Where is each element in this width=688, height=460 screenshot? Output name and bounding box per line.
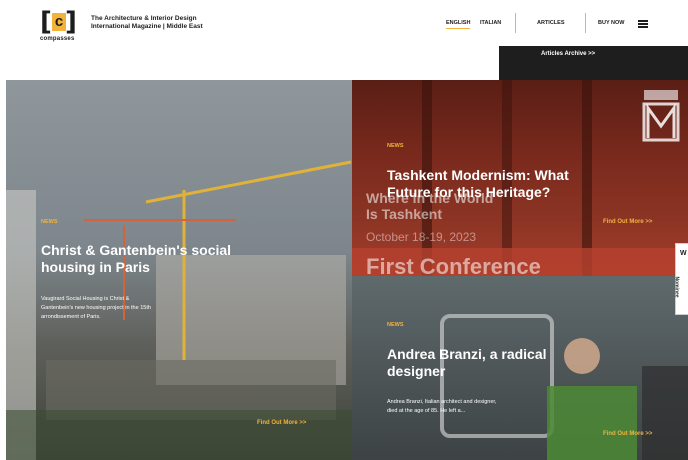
excerpt-line-1: Andrea Branzi, Italian architect and des… — [387, 399, 497, 405]
article-title-line-1: Tashkent Modernism: What — [387, 167, 569, 183]
find-out-more-link[interactable]: Find Out More >> — [603, 219, 652, 225]
nav-divider — [515, 13, 516, 33]
side-tab-letter: W — [680, 250, 687, 257]
nav-divider — [585, 13, 586, 33]
article-title[interactable]: Tashkent Modernism: What Future for this… — [387, 167, 677, 201]
side-tab-label: Nominee — [673, 276, 680, 298]
nav-buy-now-link[interactable]: BUY NOW — [598, 20, 624, 26]
article-excerpt: Vaugirard Social Housing is Christ & Gan… — [41, 295, 221, 322]
find-out-more-link[interactable]: Find Out More >> — [603, 431, 652, 437]
article-card-tashkent-modernism[interactable]: Where in the World Is Tashkent October 1… — [352, 80, 688, 276]
article-category: NEWS — [387, 322, 404, 328]
nav-articles-link[interactable]: ARTICLES — [537, 20, 565, 26]
site-header: [ c ] compasses The Architecture & Inter… — [0, 0, 688, 80]
poster-date: October 18-19, 2023 — [366, 230, 477, 244]
excerpt-line-2: Gantenbein's new housing project in the … — [41, 305, 151, 311]
logo-letter: c — [52, 13, 66, 31]
lang-english-link[interactable]: ENGLISH — [446, 20, 471, 29]
articles-archive-label: Articles Archive >> — [541, 51, 596, 57]
logo-right-bracket: ] — [65, 7, 77, 37]
logo-left-bracket: [ — [40, 7, 52, 37]
find-out-more-link[interactable]: Find Out More >> — [257, 420, 306, 426]
tagline-line-2: International Magazine | Middle East — [91, 23, 203, 30]
site-tagline: The Architecture & Interior Design Inter… — [91, 15, 241, 31]
lang-italian-link[interactable]: ITALIAN — [480, 20, 501, 26]
articles-archive-button[interactable]: Articles Archive >> — [499, 46, 688, 80]
tashkent-modernism-logo — [642, 90, 682, 147]
poster-conference: First Conference — [366, 254, 541, 276]
excerpt-line-1: Vaugirard Social Housing is Christ & — [41, 296, 130, 302]
article-title-line-2: designer — [387, 363, 446, 379]
article-title-line-2: Future for this Heritage? — [387, 184, 551, 200]
compasses-logo[interactable]: [ c ] compasses — [40, 7, 78, 42]
article-title-line-1: Andrea Branzi, a radical — [387, 346, 547, 362]
article-excerpt: Andrea Branzi, Italian architect and des… — [387, 398, 567, 416]
article-category: NEWS — [387, 143, 404, 149]
article-title-line-2: housing in Paris — [41, 259, 150, 275]
article-card-andrea-branzi[interactable]: NEWS Andrea Branzi, a radical designer A… — [352, 276, 688, 460]
poster-headline-line-2: Is Tashkent — [366, 206, 442, 222]
nominee-side-tab[interactable]: W Nominee — [673, 243, 688, 315]
article-category: NEWS — [41, 219, 58, 225]
excerpt-line-2: died at the age of 85. He left a... — [387, 408, 466, 414]
excerpt-line-3: arrondissement of Paris. — [41, 314, 101, 320]
article-title[interactable]: Christ & Gantenbein's social housing in … — [41, 242, 341, 276]
hamburger-menu-icon[interactable] — [638, 20, 648, 28]
article-title[interactable]: Andrea Branzi, a radical designer — [387, 346, 677, 380]
article-card-christ-gantenbein[interactable]: NEWS Christ & Gantenbein's social housin… — [6, 80, 352, 460]
tagline-line-1: The Architecture & Interior Design — [91, 15, 197, 22]
logo-wordmark: compasses — [40, 36, 75, 42]
article-title-line-1: Christ & Gantenbein's social — [41, 242, 232, 258]
